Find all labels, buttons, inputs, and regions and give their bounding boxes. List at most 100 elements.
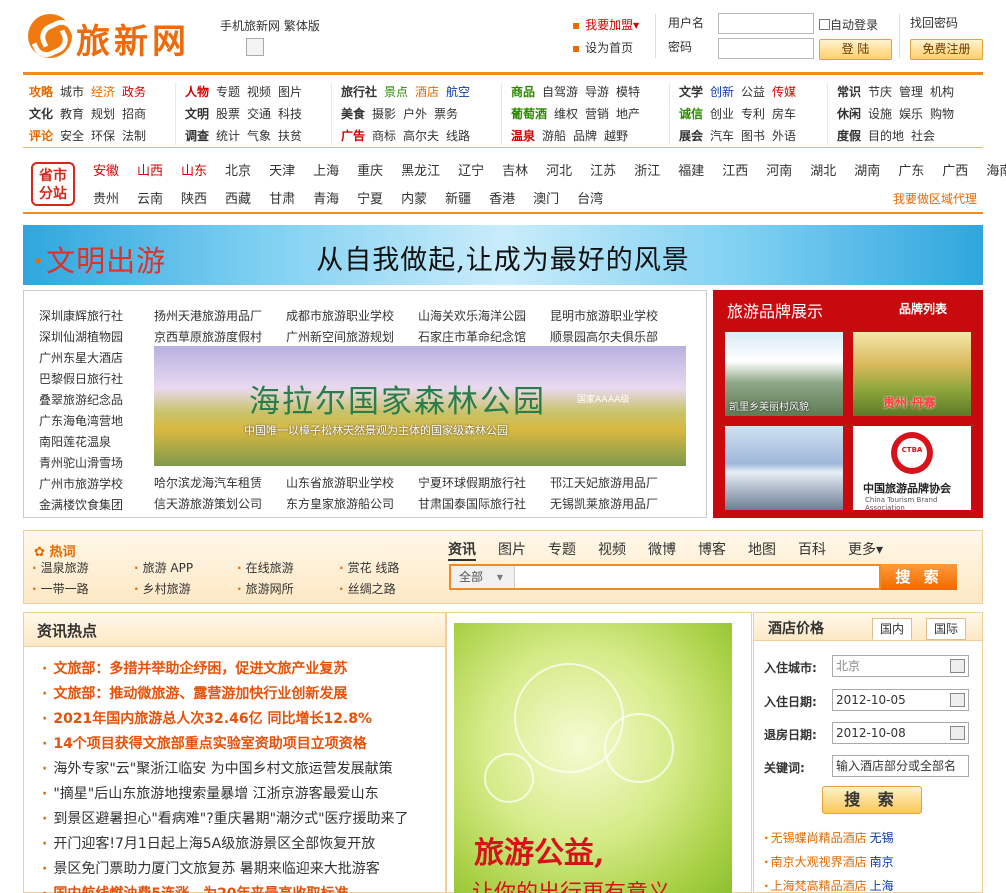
category-link[interactable]: 交通 [247, 107, 271, 121]
partner-link[interactable]: 成都市旅游职业学校 [286, 307, 394, 324]
partner-link[interactable]: 巴黎假日旅行社 [39, 370, 123, 387]
site-logo[interactable]: 旅新网 [28, 10, 198, 62]
category-link[interactable]: 维权 [554, 107, 578, 121]
province-link[interactable]: 福建 [678, 160, 704, 179]
category-link[interactable]: 航空 [446, 85, 470, 99]
password-input[interactable] [718, 38, 814, 59]
hot-word-link[interactable]: 赏花 线路 [339, 559, 400, 576]
hot-word-link[interactable]: 旅游网所 [237, 580, 294, 597]
category-link[interactable]: 气象 [247, 129, 271, 143]
province-link[interactable]: 重庆 [357, 160, 383, 179]
checkin-date-input[interactable]: 2012-10-05 [832, 689, 969, 711]
category-link[interactable]: 商标 [372, 129, 396, 143]
category-link[interactable]: 统计 [216, 129, 240, 143]
province-link[interactable]: 天津 [269, 160, 295, 179]
search-tab[interactable]: 视频 [598, 539, 626, 559]
search-tab[interactable]: 资讯 [448, 539, 476, 561]
province-link[interactable]: 澳门 [533, 188, 559, 207]
brand-association-logo[interactable]: CTBA 中国旅游品牌协会 China Tourism Brand Associ… [853, 426, 971, 512]
category-link[interactable]: 线路 [446, 129, 470, 143]
hot-word-link[interactable]: 一带一路 [32, 580, 89, 597]
province-link[interactable]: 湖北 [810, 160, 836, 179]
category-link[interactable]: 票务 [434, 107, 458, 121]
join-link[interactable]: ▪ 我要加盟▾ [572, 14, 639, 37]
province-link[interactable]: 广东 [898, 160, 924, 179]
category-link[interactable]: 攻略 [29, 85, 53, 99]
partner-link[interactable]: 宁夏环球假期旅行社 [418, 474, 526, 491]
category-link[interactable]: 度假 [837, 129, 861, 143]
checkout-date-input[interactable]: 2012-10-08 [832, 722, 969, 744]
category-link[interactable]: 旅行社 [341, 85, 377, 99]
search-tab[interactable]: 百科 [798, 539, 826, 559]
partner-link[interactable]: 无锡凯莱旅游用品厂 [550, 495, 658, 512]
province-link[interactable]: 湖南 [854, 160, 880, 179]
search-tab[interactable]: 微博 [648, 539, 676, 559]
category-link[interactable]: 政务 [122, 85, 146, 99]
category-link[interactable]: 规划 [91, 107, 115, 121]
province-link[interactable]: 北京 [225, 160, 251, 179]
hot-word-link[interactable]: 旅游 APP [134, 559, 194, 576]
brand-image-danzhai[interactable]: 贵州·丹寨 [853, 332, 971, 416]
news-item[interactable]: 到景区避暑担心"看病难"?重庆暑期"潮汐式"医疗援助来了 [42, 808, 408, 828]
mobile-links[interactable]: 手机旅新网 繁体版 [220, 17, 320, 34]
find-password-link[interactable]: 找回密码 [910, 14, 958, 31]
category-link[interactable]: 常识 [837, 85, 861, 99]
category-link[interactable]: 摄影 [372, 107, 396, 121]
category-link[interactable]: 节庆 [868, 85, 892, 99]
search-input[interactable] [517, 566, 879, 588]
province-link[interactable]: 浙江 [634, 160, 660, 179]
category-link[interactable]: 文明 [185, 107, 209, 121]
partner-link[interactable]: 山东省旅游职业学校 [286, 474, 394, 491]
category-link[interactable]: 广告 [341, 129, 365, 143]
keyword-input[interactable]: 输入酒店部分或全部名 [832, 755, 969, 777]
category-link[interactable]: 机构 [930, 85, 954, 99]
province-link[interactable]: 江苏 [590, 160, 616, 179]
category-link[interactable]: 文化 [29, 107, 53, 121]
category-link[interactable]: 创新 [710, 85, 734, 99]
category-link[interactable]: 公益 [741, 85, 765, 99]
news-item[interactable]: 文旅部：推动微旅游、露营游加快行业创新发展 [42, 683, 347, 703]
partner-link[interactable]: 信天游旅游策划公司 [154, 495, 262, 512]
category-link[interactable]: 景点 [384, 85, 408, 99]
category-link[interactable]: 户外 [403, 107, 427, 121]
category-link[interactable]: 美食 [341, 107, 365, 121]
province-link[interactable]: 海南 [986, 160, 1006, 179]
news-item[interactable]: 海外专家"云"聚浙江临安 为中国乡村文旅运营发展献策 [42, 758, 392, 778]
partner-link[interactable]: 京西草原旅游度假村 [154, 328, 262, 345]
province-link[interactable]: 河南 [766, 160, 792, 179]
partner-link[interactable]: 叠翠旅游纪念品 [39, 391, 123, 408]
category-link[interactable]: 展会 [679, 129, 703, 143]
partner-link[interactable]: 哈尔滨龙海汽车租赁 [154, 474, 262, 491]
category-link[interactable]: 导游 [585, 85, 609, 99]
category-link[interactable]: 模特 [616, 85, 640, 99]
category-link[interactable]: 游船 [542, 129, 566, 143]
partner-link[interactable]: 昆明市旅游职业学校 [550, 307, 658, 324]
username-input[interactable] [718, 13, 814, 34]
category-link[interactable]: 评论 [29, 129, 53, 143]
category-link[interactable]: 购物 [930, 107, 954, 121]
hotel-link[interactable]: 上海梵高精品酒店上海 [764, 877, 894, 893]
category-link[interactable]: 城市 [60, 85, 84, 99]
search-tab[interactable]: 更多▾ [848, 539, 883, 559]
search-tab[interactable]: 专题 [548, 539, 576, 559]
hotel-link[interactable]: 无锡蝶尚精品酒店无锡 [764, 829, 894, 846]
province-link[interactable]: 陕西 [181, 188, 207, 207]
category-link[interactable]: 诚信 [679, 107, 703, 121]
province-link[interactable]: 河北 [546, 160, 572, 179]
province-link[interactable]: 上海 [313, 160, 339, 179]
partner-link[interactable]: 广东海龟湾营地 [39, 412, 123, 429]
category-link[interactable]: 管理 [899, 85, 923, 99]
category-link[interactable]: 专题 [216, 85, 240, 99]
province-link[interactable]: 甘肃 [269, 188, 295, 207]
category-link[interactable]: 图片 [278, 85, 302, 99]
category-link[interactable]: 自驾游 [542, 85, 578, 99]
category-link[interactable]: 文学 [679, 85, 703, 99]
tab-domestic[interactable]: 国内 [872, 618, 912, 640]
province-link[interactable]: 云南 [137, 188, 163, 207]
category-link[interactable]: 设施 [868, 107, 892, 121]
hot-word-link[interactable]: 丝绸之路 [339, 580, 396, 597]
brand-image-lake[interactable] [725, 426, 843, 510]
province-link[interactable]: 新疆 [445, 188, 471, 207]
auto-login-checkbox[interactable]: 自动登录 [819, 16, 878, 33]
partner-link[interactable]: 东方皇家旅游船公司 [286, 495, 394, 512]
